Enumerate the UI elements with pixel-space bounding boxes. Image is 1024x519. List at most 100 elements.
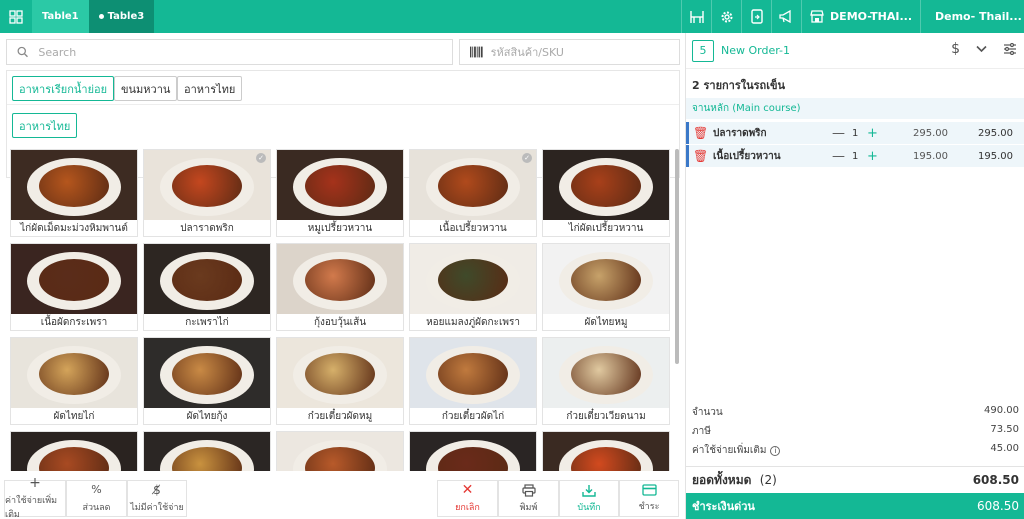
info-icon[interactable]: i [770,446,781,456]
product-name: ก๋วยเตี๋ยวผัดหมู [307,411,373,422]
minus-icon[interactable]: — [832,149,845,164]
tab-dot [98,14,104,19]
order-number-badge[interactable]: 5 [692,39,714,62]
trash-icon[interactable]: 🗑 [693,149,708,163]
category-thai-food[interactable]: อาหารไทย [177,76,243,101]
product-card[interactable] [276,431,404,471]
product-card[interactable]: ก๋วยเตี๋ยวเวียดนาม [542,337,670,425]
subcategory-thai-food[interactable]: อาหารไทย [12,113,78,138]
announcement-button[interactable] [771,0,801,33]
order-name[interactable]: New Order-1 [721,44,790,57]
product-card[interactable] [143,431,271,471]
plus-icon[interactable]: + [867,149,878,164]
cancel-button[interactable]: ✕ ยกเลิก [437,480,498,517]
food-shape [438,353,508,395]
product-image [543,338,669,408]
food-shape [438,259,508,301]
extra-charge-button[interactable]: + ค่าใช้จ่ายเพิ่มเติม [4,476,66,519]
order-header: 5 New Order-1 $ [686,33,1024,69]
category-dessert[interactable]: ขนมหวาน [114,76,178,101]
table-icon [689,10,704,23]
plus-icon: + [29,475,41,491]
pay-button[interactable]: ชำระ [619,480,679,517]
chevron-down-icon[interactable] [976,45,987,53]
plus-icon[interactable]: + [867,126,878,141]
product-card[interactable] [409,431,537,471]
product-card[interactable]: ✓ ปลาราดพริก [143,149,271,237]
product-card[interactable]: ผัดไทยไก่ [10,337,138,425]
food-shape [571,259,641,301]
top-bar: Table1 Table3 DEMO-THAI... Demo- Thail..… [0,0,1024,33]
summary-amount: จำนวน 490.00 [692,405,1019,418]
search-input[interactable] [38,45,452,59]
phone-transfer-icon [750,9,763,24]
food-shape [172,259,242,301]
food-shape [305,353,375,395]
tab-table1[interactable]: Table1 [32,0,89,33]
product-card[interactable]: ก๋วยเตี๋ยวผัดหมู [276,337,404,425]
item-name: ปลาราดพริก [713,127,767,139]
food-shape [571,165,641,207]
product-card[interactable]: ไก่ผัดเม็ดมะม่วงหิมพานต์ [10,149,138,237]
product-name: ไก่ผัดเปรี้ยวหวาน [568,223,644,234]
product-card[interactable]: ผัดไทยหมู [542,243,670,331]
search-icon [17,46,28,58]
print-button[interactable]: พิมพ์ [498,480,559,517]
product-image [543,244,669,314]
product-name: ผัดไทยไก่ [53,411,95,422]
settings-button[interactable] [711,0,741,33]
product-grid: ไก่ผัดเม็ดมะม่วงหิมพานต์ ✓ ปลาราดพริก หมูเป… [10,149,674,471]
sliders-icon[interactable] [1003,43,1017,55]
product-card[interactable]: ✓ เนื้อเปรี้ยวหวาน [409,149,537,237]
product-card[interactable]: กุ้งอบวุ้นเส้น [276,243,404,331]
item-price: 195.00 [913,150,948,162]
transfer-button[interactable] [741,0,771,33]
discount-button[interactable]: % ส่วนลด [66,480,127,517]
summary-extra: ค่าใช้จ่ายเพิ่มเติม i 45.00 [692,443,1019,456]
item-total: 195.00 [978,150,1013,162]
product-card[interactable]: เนื้อผัดกระเพรา [10,243,138,331]
download-icon [582,484,596,497]
tab-table3[interactable]: Table3 [88,0,155,33]
product-card[interactable]: ก๋วยเตี๋ยวผัดไก่ [409,337,537,425]
sku-input[interactable] [490,45,679,59]
summary-tax: ภาษี 73.50 [692,424,1019,437]
product-name: ผัดไทยหมู [584,317,628,328]
product-card[interactable]: กะเพราไก่ [143,243,271,331]
item-name: เนื้อเปรี้ยวหวาน [713,150,781,162]
product-image [410,150,536,220]
order-item-row[interactable]: 🗑 ปลาราดพริก — 1 + 295.00 295.00 [686,122,1024,144]
food-shape [39,353,109,395]
grid-scrollbar[interactable] [675,149,679,364]
quick-pay-button[interactable]: ชำระเงินด่วน 608.50 [686,493,1024,519]
category-appetizer[interactable]: อาหารเรียกน้ำย่อย [12,76,115,101]
dollar-icon[interactable]: $ [951,41,960,57]
no-charge-button[interactable]: $̸ ไม่มีค่าใช้จ่าย [127,480,187,517]
grand-total: ยอดทั้งหมด (2) 608.50 [686,466,1024,493]
store-icon [810,10,824,23]
search-box [6,39,453,65]
grid-menu-button[interactable] [0,0,32,33]
product-card[interactable]: ไก่ผัดเปรี้ยวหวาน [542,149,670,237]
product-card[interactable] [542,431,670,471]
product-image [144,338,270,408]
trash-icon[interactable]: 🗑 [693,126,708,140]
grid-icon [9,9,23,24]
user-menu[interactable]: Demo- Thail... [920,0,1024,33]
product-name: หมูเปรี้ยวหวาน [307,223,373,234]
product-image [11,432,137,471]
check-icon: ✓ [522,153,532,163]
save-button[interactable]: บันทึก [559,480,619,517]
product-card[interactable]: หมูเปรี้ยวหวาน [276,149,404,237]
group-header: จานหลัก (Main course) [686,98,1024,119]
tables-button[interactable] [681,0,711,33]
product-card[interactable] [10,431,138,471]
product-image [410,338,536,408]
item-qty: 1 [852,127,859,139]
product-name: เนื้อเปรี้ยวหวาน [439,223,507,234]
order-item-row[interactable]: 🗑 เนื้อเปรี้ยวหวาน — 1 + 195.00 195.00 [686,145,1024,167]
product-card[interactable]: ผัดไทยกุ้ง [143,337,271,425]
minus-icon[interactable]: — [832,126,845,141]
product-card[interactable]: หอยแมลงภู่ผัดกะเพรา [409,243,537,331]
store-selector[interactable]: DEMO-THAI... [801,0,920,33]
